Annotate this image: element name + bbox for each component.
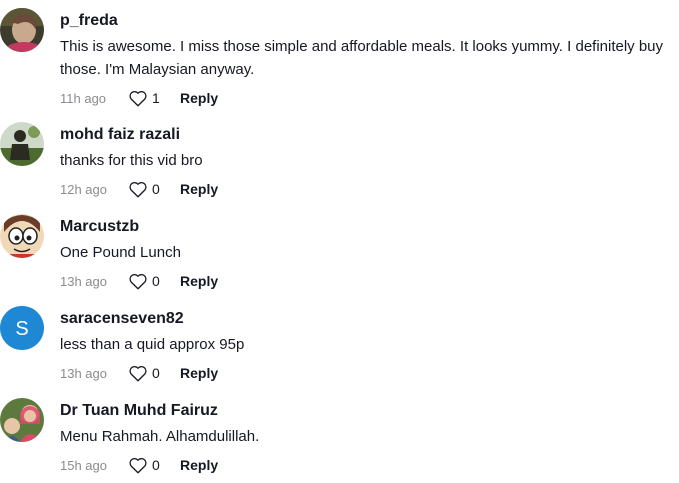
reply-button[interactable]: Reply — [180, 90, 218, 106]
comment-content: mohd faiz razali thanks for this vid bro… — [60, 125, 669, 200]
comment-text: This is awesome. I miss those simple and… — [60, 38, 664, 78]
avatar-photo — [0, 8, 44, 52]
like-button[interactable]: 0 — [128, 456, 180, 474]
avatar[interactable]: S — [0, 306, 44, 350]
comment-content: Dr Tuan Muhd Fairuz Menu Rahmah. Alhamdu… — [60, 401, 669, 476]
reply-button[interactable]: Reply — [180, 181, 218, 197]
comment-time: 12h ago — [60, 181, 107, 197]
heart-icon — [128, 180, 148, 198]
comment-text: less than a quid approx 95p — [60, 336, 245, 353]
comment-username[interactable]: p_freda — [60, 11, 669, 31]
comment-text: thanks for this vid bro — [60, 152, 203, 169]
like-count: 0 — [152, 457, 160, 473]
avatar-initial: S — [15, 318, 28, 340]
reply-button[interactable]: Reply — [180, 273, 218, 289]
avatar[interactable] — [0, 398, 44, 442]
comment-meta: 12h ago 0 Reply — [60, 178, 669, 200]
like-count: 0 — [152, 365, 160, 381]
comment-text: One Pound Lunch — [60, 244, 181, 261]
like-button[interactable]: 1 — [128, 89, 180, 107]
avatar-photo — [0, 214, 44, 258]
comment-list: p_freda This is awesome. I miss those si… — [0, 0, 679, 483]
like-count: 1 — [152, 90, 160, 106]
avatar[interactable] — [0, 214, 44, 258]
comment-meta: 13h ago 0 Reply — [60, 270, 669, 292]
comment-time: 13h ago — [60, 273, 107, 289]
like-count: 0 — [152, 273, 160, 289]
like-button[interactable]: 0 — [128, 180, 180, 198]
comment-meta: 13h ago 0 Reply — [60, 362, 669, 384]
heart-icon — [128, 272, 148, 290]
comment-content: Marcustzb One Pound Lunch 13h ago 0 Repl… — [60, 217, 669, 292]
heart-icon — [128, 456, 148, 474]
avatar[interactable] — [0, 122, 44, 166]
comment-username[interactable]: Marcustzb — [60, 217, 669, 237]
avatar[interactable] — [0, 8, 44, 52]
reply-button[interactable]: Reply — [180, 457, 218, 473]
comment-username[interactable]: saracenseven82 — [60, 309, 669, 329]
like-button[interactable]: 0 — [128, 364, 180, 382]
comment-time: 11h ago — [60, 90, 107, 106]
comment-text: Menu Rahmah. Alhamdulillah. — [60, 428, 260, 445]
comment-username[interactable]: Dr Tuan Muhd Fairuz — [60, 401, 669, 421]
comment-meta: 11h ago 1 Reply — [60, 87, 669, 109]
heart-icon — [128, 89, 148, 107]
reply-button[interactable]: Reply — [180, 365, 218, 381]
like-count: 0 — [152, 181, 160, 197]
avatar-letter: S — [0, 306, 44, 350]
comment-content: p_freda This is awesome. I miss those si… — [60, 11, 669, 109]
comment-username[interactable]: mohd faiz razali — [60, 125, 669, 145]
comment-meta: 15h ago 0 Reply — [60, 454, 669, 476]
comment-content: saracenseven82 less than a quid approx 9… — [60, 309, 669, 384]
like-button[interactable]: 0 — [128, 272, 180, 290]
comment-time: 15h ago — [60, 457, 107, 473]
avatar-photo — [0, 122, 44, 166]
heart-icon — [128, 364, 148, 382]
avatar-photo — [0, 398, 44, 442]
comment-time: 13h ago — [60, 365, 107, 381]
